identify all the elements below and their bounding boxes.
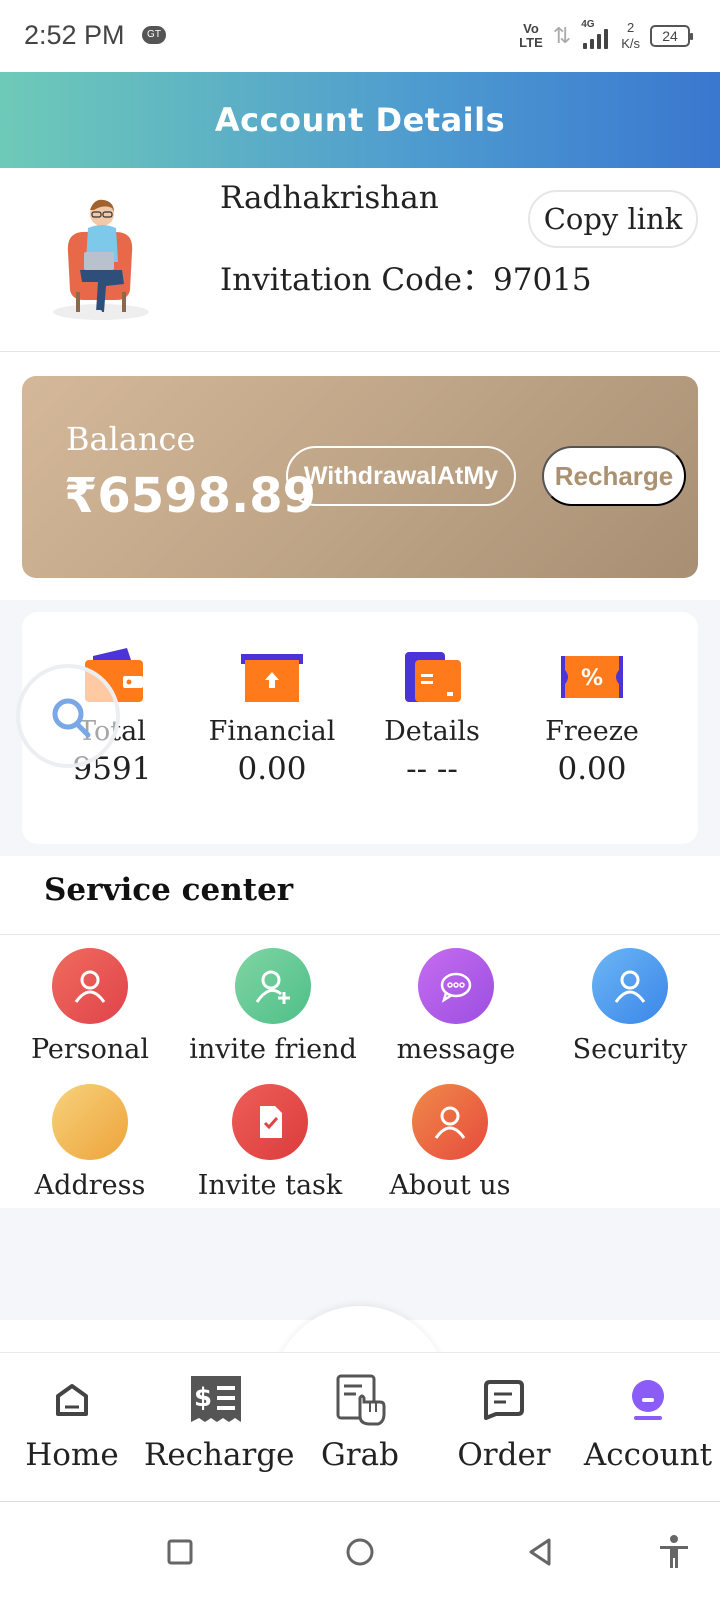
service-about-us[interactable]: About us — [360, 1084, 540, 1201]
circle-icon — [346, 1538, 374, 1566]
volte-indicator: Vo LTE — [519, 21, 543, 50]
nav-label: Recharge — [144, 1437, 295, 1473]
network-type: 4G — [581, 19, 595, 30]
stat-label: Freeze — [545, 716, 639, 747]
invitation-code: 97015 — [493, 262, 592, 298]
service-label: Invite task — [197, 1170, 343, 1201]
nav-grab[interactable]: Grab — [288, 1369, 432, 1473]
service-label: About us — [389, 1170, 511, 1201]
recharge-button[interactable]: Recharge — [542, 446, 686, 506]
back-button[interactable] — [518, 1530, 562, 1574]
service-address[interactable]: Address — [0, 1084, 180, 1201]
nav-label: Account — [583, 1437, 713, 1473]
svg-text:$: $ — [194, 1383, 212, 1413]
data-arrows-icon: ⇅ — [552, 23, 572, 48]
copy-link-button[interactable]: Copy link — [528, 190, 698, 248]
stat-value: -- -- — [406, 751, 458, 787]
user-icon — [52, 948, 128, 1024]
divider — [0, 934, 720, 935]
card-icon — [399, 648, 465, 704]
recents-button[interactable] — [158, 1530, 202, 1574]
triangle-back-icon — [529, 1538, 551, 1566]
stat-value: 0.00 — [237, 751, 307, 787]
coupon-icon: % — [559, 648, 625, 704]
page-title: Account Details — [214, 101, 506, 139]
balance-card: Balance ₹6598.89 WithdrawalAtMy Recharge — [22, 376, 698, 578]
notification-badge-icon: GT — [142, 26, 166, 44]
svg-text:%: % — [581, 666, 603, 691]
accessibility-icon — [660, 1535, 688, 1568]
task-icon — [232, 1084, 308, 1160]
service-security[interactable]: Security — [540, 948, 720, 1065]
nav-account[interactable]: Account — [576, 1369, 720, 1473]
nav-label: Order — [457, 1437, 551, 1473]
service-label: message — [396, 1034, 516, 1065]
stat-details[interactable]: Details -- -- — [352, 648, 512, 787]
home-system-button[interactable] — [338, 1530, 382, 1574]
user-shield-icon — [592, 948, 668, 1024]
service-label: invite friend — [189, 1034, 357, 1065]
location-icon — [52, 1084, 128, 1160]
username: Radhakrishan — [220, 180, 439, 216]
nav-label: Home — [25, 1437, 119, 1473]
upload-box-icon — [239, 648, 305, 704]
square-icon — [167, 1539, 193, 1565]
signal-icon: 4G — [581, 19, 611, 51]
stat-label: Financial — [208, 716, 336, 747]
home-icon — [0, 1369, 144, 1431]
service-personal[interactable]: Personal — [0, 948, 180, 1065]
search-icon — [52, 698, 91, 738]
system-nav-bar — [0, 1502, 720, 1600]
invitation-code-row: Invitation Code：97015 — [220, 254, 592, 299]
network-speed: 2 K/s — [621, 20, 640, 51]
user-plus-icon — [235, 948, 311, 1024]
stat-financial[interactable]: Financial 0.00 — [192, 648, 352, 787]
status-indicators: Vo LTE ⇅ 4G 2 K/s 24 — [519, 18, 693, 54]
service-message[interactable]: message — [366, 948, 546, 1065]
service-label: Security — [572, 1034, 688, 1065]
stat-freeze[interactable]: % Freeze 0.00 — [512, 648, 672, 787]
avatar — [46, 192, 156, 322]
service-label: Personal — [30, 1034, 150, 1065]
service-center-title: Service center — [44, 872, 294, 908]
nav-home[interactable]: Home — [0, 1369, 144, 1473]
receipt-dollar-icon: $ — [144, 1369, 288, 1431]
balance-label: Balance — [66, 420, 196, 458]
stat-label: Details — [384, 716, 480, 747]
nav-order[interactable]: Order — [432, 1369, 576, 1473]
invitation-label: Invitation Code： — [220, 262, 494, 298]
status-bar: 2:52 PM GT Vo LTE ⇅ 4G 2 K/s 24 — [0, 0, 720, 72]
bottom-nav: Home $ Recharge Grab Order Account — [0, 1352, 720, 1502]
account-icon — [576, 1369, 720, 1431]
page-header: Account Details — [0, 72, 720, 168]
avatar-illustration-icon — [53, 199, 149, 320]
user-info-icon — [412, 1084, 488, 1160]
service-label: Address — [34, 1170, 146, 1201]
service-invite-task[interactable]: Invite task — [180, 1084, 360, 1201]
nav-recharge[interactable]: $ Recharge — [144, 1369, 295, 1473]
grab-hand-icon — [288, 1369, 432, 1431]
stats-card: Total 9591 Financial 0.00 Details -- -- — [22, 612, 698, 844]
order-icon — [432, 1369, 576, 1431]
status-time: 2:52 PM — [24, 20, 125, 50]
withdraw-button[interactable]: WithdrawalAtMy — [286, 446, 516, 506]
floating-search-button[interactable] — [16, 664, 120, 768]
stat-value: 0.00 — [557, 751, 627, 787]
service-invite-friend[interactable]: invite friend — [183, 948, 363, 1065]
nav-label: Grab — [321, 1437, 399, 1473]
profile-section: Radhakrishan Invitation Code：97015 Copy … — [0, 168, 720, 352]
content-spacer — [0, 1208, 720, 1320]
battery-icon: 24 — [650, 25, 693, 47]
accessibility-button[interactable] — [652, 1530, 696, 1574]
chat-icon — [418, 948, 494, 1024]
balance-amount: ₹6598.89 — [64, 468, 317, 524]
